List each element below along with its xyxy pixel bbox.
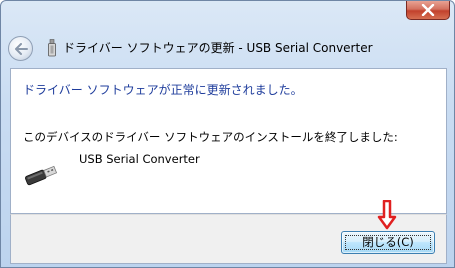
back-arrow-icon (14, 42, 28, 55)
usb-device-small-icon (48, 39, 56, 57)
install-message: このデバイスのドライバー ソフトウェアのインストールを終了しました: (23, 130, 398, 144)
success-heading: ドライバー ソフトウェアが正常に更新されました。 (23, 83, 303, 97)
usb-plug-icon (25, 165, 58, 186)
window-title: ドライバー ソフトウェアの更新 - USB Serial Converter (63, 41, 373, 55)
back-button[interactable] (8, 36, 33, 61)
red-down-arrow-icon (377, 200, 397, 230)
content-panel: ドライバー ソフトウェアが正常に更新されました。 このデバイスのドライバー ソフ… (10, 68, 447, 214)
close-dialog-button-label: 閉じる(C) (362, 235, 414, 249)
close-x-icon (421, 4, 435, 16)
device-name: USB Serial Converter (79, 152, 200, 166)
dialog-window: ドライバー ソフトウェアの更新 - USB Serial Converter ド… (0, 0, 455, 268)
close-dialog-button[interactable]: 閉じる(C) (341, 231, 435, 254)
close-window-button[interactable] (406, 1, 450, 20)
title-bar: ドライバー ソフトウェアの更新 - USB Serial Converter (1, 1, 454, 67)
